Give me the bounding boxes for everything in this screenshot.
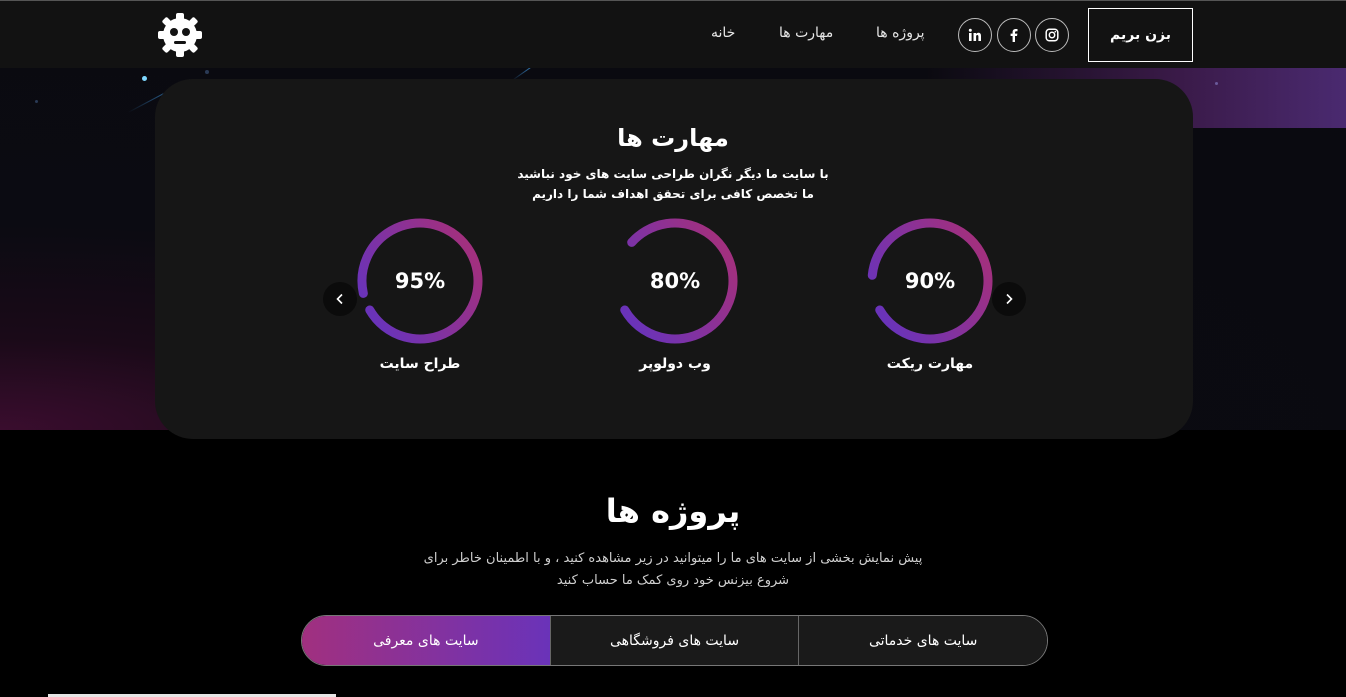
instagram-icon [1045,28,1059,42]
chevron-right-icon [1006,293,1013,305]
skill-ring: 90% [865,216,995,346]
tab-intro-sites[interactable]: سایت های معرفی [302,616,550,665]
robot-gear-icon[interactable] [155,11,205,59]
skill-percent: 80% [649,269,701,293]
skill-label: وب دولوپر [639,356,711,372]
skills-subtitle: با سایت ما دیگر نگران طراحی سایت های خود… [0,164,1346,204]
projects-subtitle: پیش نمایش بخشی از سایت های ما را میتوانی… [385,548,961,592]
skill-percent: 95% [394,269,446,293]
projects-subtitle-line: پیش نمایش بخشی از سایت های ما را میتوانی… [423,551,923,566]
star-decoration [35,100,38,103]
star-decoration [1215,82,1218,85]
facebook-button[interactable] [997,18,1031,52]
projects-title: پروژه ها [605,492,741,530]
linkedin-icon [968,28,981,41]
tab-service-sites[interactable]: سایت های خدماتی [798,616,1047,665]
cta-button[interactable]: بزن بریم [1088,8,1193,62]
star-decoration [142,76,147,81]
linkedin-button[interactable] [958,18,992,52]
carousel-prev-button[interactable] [323,282,357,316]
project-category-tabs: سایت های معرفی سایت های فروشگاهی سایت ها… [301,615,1048,666]
skills-subtitle-line: ما تخصص کافی برای تحقق اهداف شما را داری… [532,187,814,201]
instagram-button[interactable] [1035,18,1069,52]
facebook-icon [1010,29,1018,42]
chevron-left-icon [336,293,343,305]
projects-subtitle-line: شروع بیزنس خود روی کمک ما حساب کنید [556,573,790,588]
tab-shop-sites[interactable]: سایت های فروشگاهی [549,616,799,665]
nav-link-projects[interactable]: پروژه ها [876,25,925,41]
skill-ring: 80% [610,216,740,346]
top-navbar: خانه مهارت ها پروژه ها بزن بریم [0,0,1346,69]
skill-ring: 95% [355,216,485,346]
carousel-next-button[interactable] [992,282,1026,316]
nav-link-home[interactable]: خانه [711,25,735,41]
skill-label: مهارت ریکت [886,356,974,372]
skills-title: مهارت ها [617,124,729,152]
nav-link-skills[interactable]: مهارت ها [779,25,833,41]
skill-percent: 90% [904,269,956,293]
skill-label: طراح سایت [379,356,461,372]
skills-subtitle-line: با سایت ما دیگر نگران طراحی سایت های خود… [517,167,829,181]
star-decoration [205,70,209,74]
